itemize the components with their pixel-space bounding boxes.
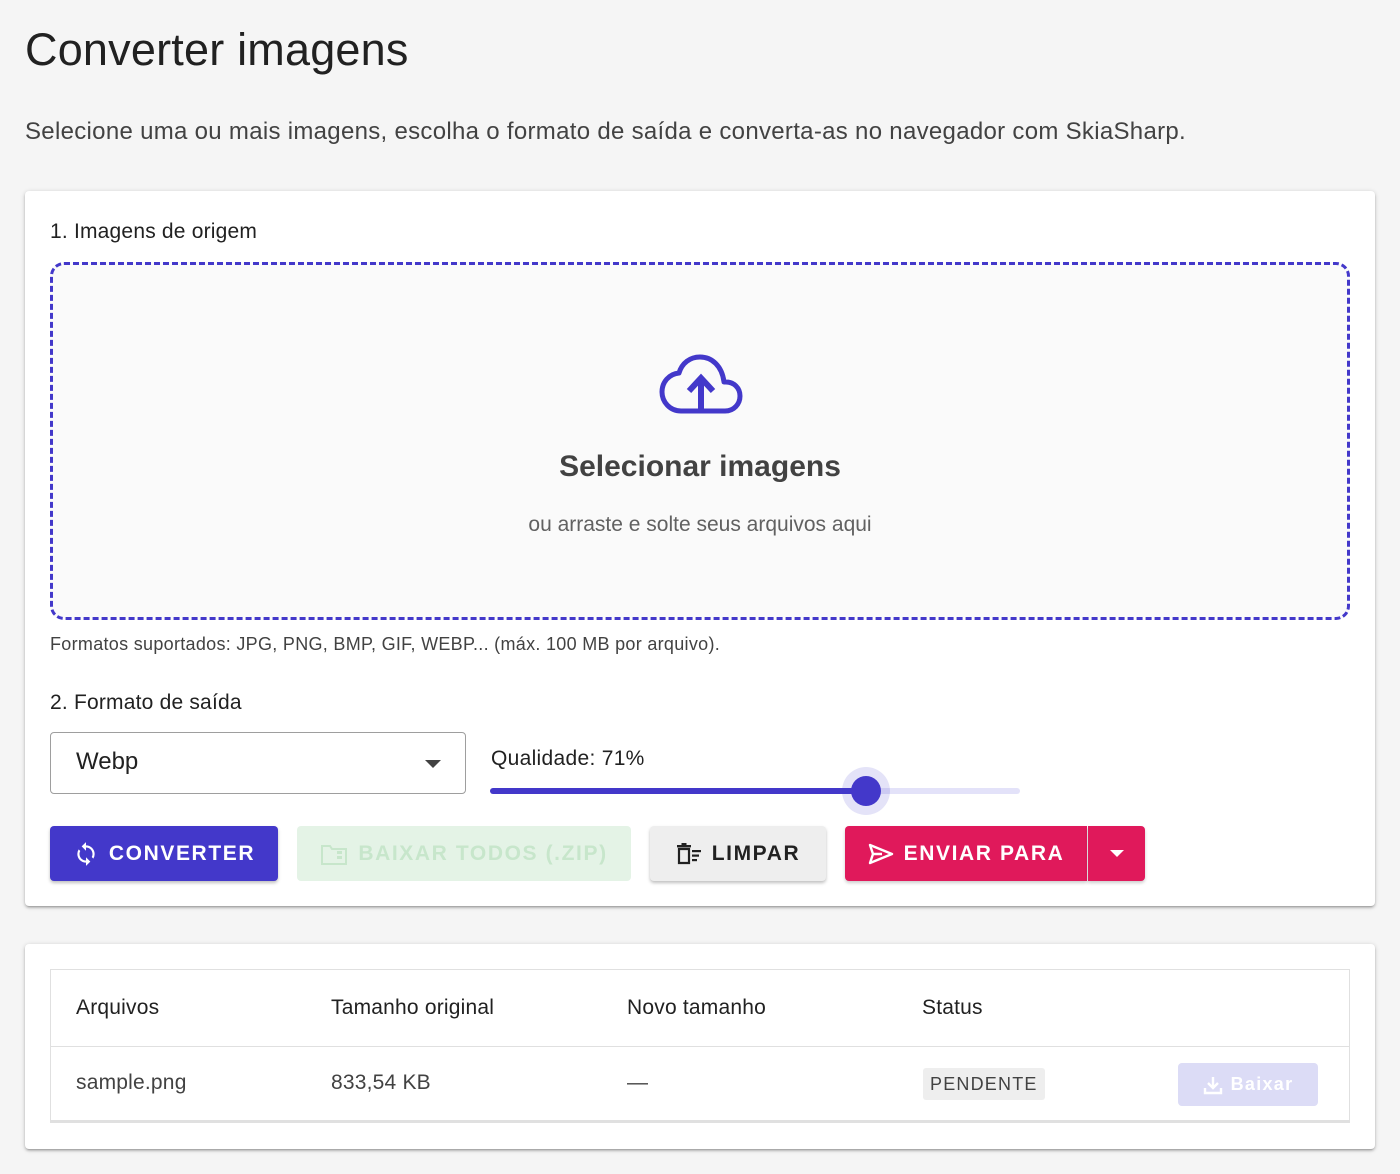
download-file-button[interactable]: Baixar — [1178, 1063, 1318, 1106]
files-card: Arquivos Tamanho original Novo tamanho S… — [25, 944, 1375, 1149]
caret-down-icon — [1109, 850, 1124, 857]
convert-button[interactable]: Converter — [50, 826, 278, 881]
page-subtitle: Selecione uma ou mais imagens, escolha o… — [25, 118, 1187, 145]
download-all-label: Baixar todos (.zip) — [358, 841, 608, 865]
delete-sweep-icon — [676, 842, 702, 865]
file-name: sample.png — [76, 1071, 187, 1094]
dropzone-subtitle: ou arraste e solte seus arquivos aqui — [528, 513, 872, 536]
converter-card: 1. Imagens de origem Selecionar imagens … — [25, 191, 1375, 906]
clear-button[interactable]: Limpar — [650, 826, 826, 881]
sync-icon — [73, 841, 99, 867]
convert-button-label: Converter — [108, 841, 256, 865]
header-files: Arquivos — [76, 996, 160, 1019]
table-header-row: Arquivos Tamanho original Novo tamanho S… — [51, 970, 1349, 1047]
send-to-label: Enviar para — [903, 841, 1065, 865]
send-to-menu-button[interactable] — [1088, 826, 1145, 881]
slider-track — [490, 788, 867, 794]
header-new-size: Novo tamanho — [627, 996, 766, 1019]
caret-down-icon — [425, 760, 441, 768]
status-badge: PENDENTE — [923, 1068, 1045, 1100]
output-format-value: Webp — [76, 748, 139, 775]
header-original-size: Tamanho original — [331, 996, 495, 1019]
table-row: sample.png 833,54 KB — PENDENTE Baixar — [51, 1047, 1349, 1121]
source-section-label: 1. Imagens de origem — [50, 220, 258, 243]
send-to-button[interactable]: Enviar para — [845, 826, 1087, 881]
quality-slider[interactable] — [490, 767, 1020, 815]
output-section-label: 2. Formato de saída — [50, 691, 242, 714]
clear-button-label: Limpar — [711, 841, 801, 865]
folder-zip-icon — [320, 842, 348, 866]
dropzone-title: Selecionar imagens — [559, 450, 841, 483]
header-status: Status — [922, 996, 983, 1019]
download-file-label: Baixar — [1230, 1074, 1294, 1094]
image-dropzone[interactable]: Selecionar imagens ou arraste e solte se… — [50, 262, 1350, 620]
file-new-size: — — [627, 1071, 649, 1094]
send-icon — [868, 843, 894, 865]
files-table: Arquivos Tamanho original Novo tamanho S… — [50, 969, 1350, 1123]
quality-label: Qualidade: 71% — [491, 747, 645, 770]
download-icon — [1203, 1075, 1223, 1095]
file-original-size: 833,54 KB — [331, 1071, 431, 1094]
page-title: Converter imagens — [25, 24, 409, 75]
cloud-upload-icon — [659, 354, 743, 414]
output-format-select[interactable]: Webp — [50, 732, 466, 794]
supported-formats-help: Formatos suportados: JPG, PNG, BMP, GIF,… — [50, 634, 721, 654]
download-all-zip-button[interactable]: Baixar todos (.zip) — [297, 826, 631, 881]
